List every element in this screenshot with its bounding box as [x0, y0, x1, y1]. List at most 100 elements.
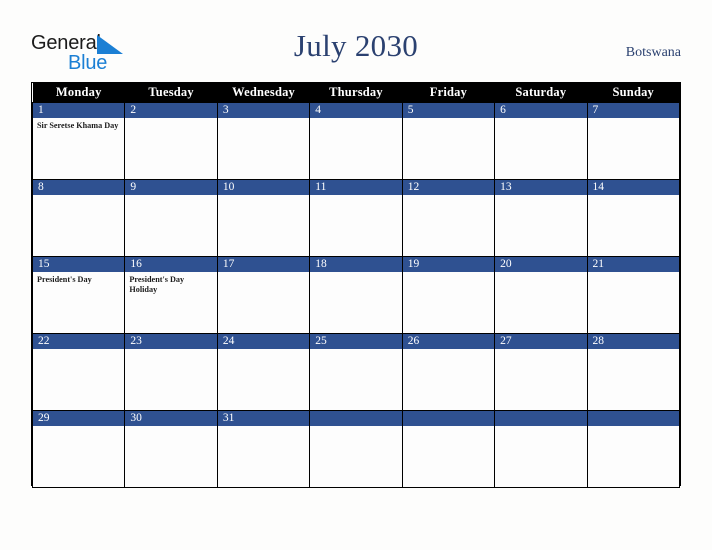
day-number: 10: [217, 179, 310, 195]
day-number: 17: [217, 256, 310, 272]
day-number: 9: [125, 179, 217, 195]
day-events: [218, 349, 309, 352]
calendar-day-cell-16[interactable]: 16 President's Day Holiday: [124, 255, 218, 334]
day-number: 13: [495, 179, 587, 195]
calendar-grid: Monday Tuesday Wednesday Thursday Friday Satu…: [31, 82, 681, 488]
calendar-header-row: Monday Tuesday Wednesday Thursday Friday Satu…: [32, 83, 680, 102]
weekday-header-saturday: Saturday: [494, 83, 588, 102]
calendar-day-cell-20[interactable]: 20: [494, 255, 588, 334]
day-number: 12: [402, 179, 495, 195]
weekday-header-friday: Friday: [402, 83, 495, 102]
day-events: [403, 195, 494, 198]
day-number: 18: [310, 256, 402, 272]
day-events: [403, 349, 494, 352]
calendar-day-cell-6[interactable]: 6: [494, 101, 588, 180]
calendar-day-cell-10[interactable]: 10: [216, 178, 311, 257]
day-number: [587, 410, 679, 426]
calendar-day-cell-18[interactable]: 18: [309, 255, 403, 334]
day-number: 21: [587, 256, 679, 272]
day-events: [125, 118, 216, 121]
calendar-day-cell-21[interactable]: 21: [586, 255, 681, 334]
calendar-day-cell-19[interactable]: 19: [401, 255, 496, 334]
day-events: [310, 426, 401, 429]
calendar-day-cell-24[interactable]: 24: [216, 332, 311, 411]
calendar-day-cell-12[interactable]: 12: [401, 178, 496, 257]
day-number: 23: [125, 333, 217, 349]
day-events: [495, 195, 586, 198]
calendar-day-cell-9[interactable]: 9: [124, 178, 218, 257]
day-number: [310, 410, 402, 426]
day-number: 11: [310, 179, 402, 195]
day-number: [495, 410, 587, 426]
calendar-day-cell-13[interactable]: 13: [494, 178, 588, 257]
calendar-week-row: 15 President's Day 16 President's Day Holid…: [31, 255, 681, 334]
weekday-header-row: Monday Tuesday Wednesday Thursday Friday Satu…: [32, 83, 680, 102]
holiday-event: Sir Seretse Khama Day: [37, 120, 119, 130]
calendar-day-cell-7[interactable]: 7: [586, 101, 681, 180]
calendar-day-cell-3[interactable]: 3: [216, 101, 311, 180]
calendar-week-row: 29 30 31: [31, 409, 681, 488]
calendar-day-cell-28[interactable]: 28: [586, 332, 681, 411]
day-number: 7: [587, 102, 679, 118]
holiday-event: President's Day: [37, 274, 92, 284]
calendar-day-cell-8[interactable]: 8: [31, 178, 126, 257]
day-events: [33, 349, 124, 352]
calendar-empty-cell: [309, 409, 403, 488]
day-number: [402, 410, 495, 426]
calendar-day-cell-17[interactable]: 17: [216, 255, 311, 334]
weekday-header-monday: Monday: [32, 83, 125, 102]
day-number: 27: [495, 333, 587, 349]
calendar-table: Monday Tuesday Wednesday Thursday Friday Satu…: [31, 83, 681, 488]
calendar-day-cell-30[interactable]: 30: [124, 409, 218, 488]
day-number: 14: [587, 179, 679, 195]
calendar-body: 1 Sir Seretse Khama Day 2 3 4 5 6 7 8 9 10 11 12 13 14…: [31, 101, 681, 488]
day-events: [588, 426, 679, 429]
calendar-day-cell-29[interactable]: 29: [31, 409, 126, 488]
page-header: General Blue July 2030 Botswana: [0, 0, 712, 82]
day-events: [310, 118, 401, 121]
day-number: 6: [495, 102, 587, 118]
day-number: 29: [33, 410, 125, 426]
weekday-header-thursday: Thursday: [309, 83, 403, 102]
day-events: President's Day: [33, 272, 124, 285]
day-number: 22: [33, 333, 125, 349]
calendar-day-cell-26[interactable]: 26: [401, 332, 496, 411]
calendar-day-cell-1[interactable]: 1 Sir Seretse Khama Day: [31, 101, 126, 180]
calendar-day-cell-22[interactable]: 22: [31, 332, 126, 411]
calendar-day-cell-25[interactable]: 25: [309, 332, 403, 411]
calendar-day-cell-4[interactable]: 4: [309, 101, 403, 180]
day-events: [495, 349, 586, 352]
page-title: July 2030: [293, 28, 419, 63]
day-events: [310, 349, 401, 352]
calendar-day-cell-5[interactable]: 5: [401, 101, 496, 180]
day-events: [218, 272, 309, 275]
day-events: [125, 426, 216, 429]
day-events: [588, 349, 679, 352]
day-number: 5: [402, 102, 495, 118]
calendar-day-cell-31[interactable]: 31: [216, 409, 311, 488]
calendar-week-row: 22 23 24 25 26 27 28: [31, 332, 681, 411]
calendar-day-cell-27[interactable]: 27: [494, 332, 588, 411]
day-number: 30: [125, 410, 217, 426]
day-events: President's Day Holiday: [125, 272, 216, 295]
region-label: Botswana: [625, 45, 681, 60]
day-number: 19: [402, 256, 495, 272]
day-number: 16: [125, 256, 217, 272]
day-number: 31: [217, 410, 310, 426]
day-events: [588, 195, 679, 198]
day-events: [218, 426, 309, 429]
day-number: 15: [33, 256, 125, 272]
weekday-header-sunday: Sunday: [587, 83, 680, 102]
day-events: [588, 118, 679, 121]
calendar-day-cell-14[interactable]: 14: [586, 178, 681, 257]
day-number: 24: [217, 333, 310, 349]
calendar-week-row: 8 9 10 11 12 13 14: [31, 178, 681, 257]
day-events: [310, 272, 401, 275]
day-events: [218, 195, 309, 198]
calendar-day-cell-15[interactable]: 15 President's Day: [31, 255, 126, 334]
calendar-empty-cell: [586, 409, 681, 488]
weekday-header-tuesday: Tuesday: [124, 83, 218, 102]
calendar-day-cell-23[interactable]: 23: [124, 332, 218, 411]
calendar-day-cell-11[interactable]: 11: [309, 178, 403, 257]
calendar-day-cell-2[interactable]: 2: [124, 101, 218, 180]
